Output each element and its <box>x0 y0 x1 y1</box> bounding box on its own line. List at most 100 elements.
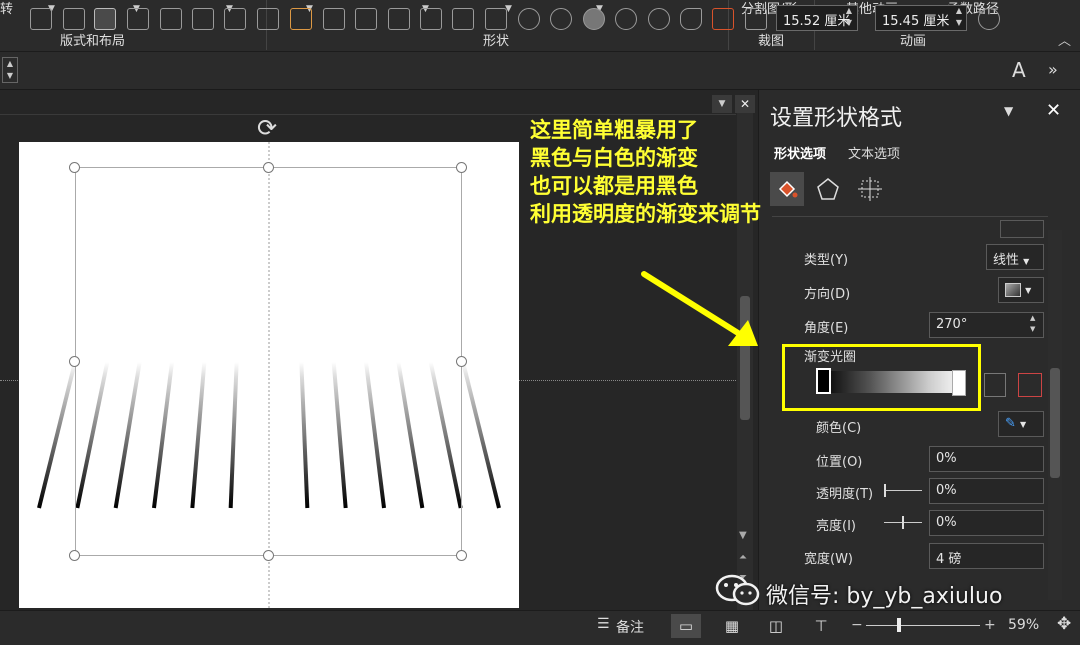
shape-fill-icon[interactable] <box>745 8 767 30</box>
edit-points-icon[interactable] <box>680 8 702 30</box>
remove-gradient-stop-icon[interactable] <box>1018 373 1042 397</box>
transparency-slider-thumb[interactable] <box>884 484 886 497</box>
resize-handle[interactable] <box>456 162 467 173</box>
selection-box <box>75 167 462 556</box>
resize-handle[interactable] <box>456 356 467 367</box>
tab-shape-options[interactable]: 形状选项 <box>774 143 826 162</box>
direction-swatch-icon <box>1005 282 1021 297</box>
gear-icon[interactable] <box>30 8 52 30</box>
transparency-slider[interactable] <box>884 490 922 491</box>
pane-close-icon[interactable]: ✕ <box>1046 100 1061 121</box>
scroll-down-icon[interactable]: ▼ <box>739 530 747 541</box>
type-select[interactable]: 线性 ▼ <box>986 244 1044 270</box>
align-middle-icon[interactable] <box>127 8 149 30</box>
pane-options-icon[interactable]: ▼ <box>1004 104 1013 118</box>
preset-gradient-picker[interactable] <box>1000 220 1044 238</box>
flip-vertical-icon[interactable] <box>452 8 474 30</box>
align-center-icon[interactable] <box>94 8 116 30</box>
resize-handle[interactable] <box>456 550 467 561</box>
status-bar <box>0 610 1080 645</box>
resize-handle[interactable] <box>69 162 80 173</box>
send-backward-icon[interactable] <box>355 8 377 30</box>
tab-text-options[interactable]: 文本选项 <box>848 143 900 162</box>
distribute-horizontal-icon[interactable] <box>192 8 214 30</box>
effects-pentagon-icon[interactable] <box>816 177 840 201</box>
size-properties-icon[interactable] <box>858 177 882 201</box>
normal-view-button[interactable]: ▭ <box>671 614 701 638</box>
annotation-line: 利用透明度的渐变来调节 <box>530 202 761 226</box>
reading-view-button[interactable]: ◫ <box>761 614 791 638</box>
angle-spin[interactable]: ▲ ▼ <box>1030 313 1035 335</box>
pane-title: 设置形状格式 <box>770 106 903 131</box>
direction-picker[interactable]: ▼ <box>998 277 1044 303</box>
rotate-handle-icon[interactable]: ⟳ <box>257 114 277 142</box>
wechat-logo-icon <box>715 574 760 606</box>
pane-menu-icon[interactable]: ▼ <box>712 95 732 113</box>
zoom-level[interactable]: 59% <box>1008 617 1039 633</box>
pane-scroll-thumb[interactable] <box>1050 368 1060 478</box>
collapse-ribbon-icon[interactable]: ︿ <box>1058 30 1071 49</box>
resize-handle[interactable] <box>263 550 274 561</box>
transparency-label: 透明度(T) <box>816 487 874 502</box>
position-input[interactable]: 0% <box>929 446 1044 472</box>
more-tools-icon[interactable]: » <box>1048 60 1058 79</box>
color-picker[interactable]: ✎ ▼ <box>998 411 1044 437</box>
annotation-text: 这里简单粗暴用了 黑色与白色的渐变 也可以都是用黑色 利用透明度的渐变来调节 <box>530 116 761 228</box>
intersect-icon[interactable] <box>615 8 637 30</box>
shape-effect-icon[interactable] <box>978 8 1000 30</box>
fit-window-icon[interactable]: ✥ <box>1057 614 1071 634</box>
combine-icon[interactable] <box>550 8 572 30</box>
ribbon-group-layout: 版式和布局 <box>60 34 126 49</box>
crop-shape-icon[interactable] <box>712 8 734 30</box>
union-icon[interactable] <box>518 8 540 30</box>
annotation-line: 黑色与白色的渐变 <box>530 146 698 170</box>
annotation-line: 也可以都是用黑色 <box>530 174 698 198</box>
transparency-input[interactable]: 0% <box>929 478 1044 504</box>
resize-handle[interactable] <box>263 162 274 173</box>
align-text-icon[interactable] <box>257 8 279 30</box>
width-spin[interactable]: ▲ ▼ <box>842 5 856 31</box>
ungroup-icon[interactable] <box>420 8 442 30</box>
align-top-icon[interactable] <box>160 8 182 30</box>
position-label: 位置(O) <box>816 455 863 470</box>
shape-settings-icon[interactable] <box>63 8 85 30</box>
brightness-value: 0% <box>936 515 957 530</box>
brightness-input[interactable]: 0% <box>929 510 1044 536</box>
add-gradient-stop-icon[interactable] <box>984 373 1006 397</box>
group-icon[interactable] <box>388 8 410 30</box>
color-label: 颜色(C) <box>816 421 862 436</box>
zoom-in-button[interactable]: + <box>984 617 996 633</box>
subtract-icon[interactable] <box>648 8 670 30</box>
close-icon[interactable]: ✕ <box>735 95 755 113</box>
notes-button[interactable]: 备注 <box>616 617 644 637</box>
bring-forward-icon[interactable] <box>323 8 345 30</box>
line-width-value: 4 磅 <box>936 552 962 567</box>
fragment-icon[interactable] <box>583 8 605 30</box>
zoom-slider-thumb[interactable] <box>897 618 901 632</box>
height-spin[interactable]: ▲ ▼ <box>952 5 966 31</box>
width-label: 宽度(W) <box>804 552 853 567</box>
text-color-icon[interactable] <box>290 8 312 30</box>
transparency-value: 0% <box>936 483 957 498</box>
prev-page-icon[interactable]: ⏶ <box>739 552 747 563</box>
angle-input[interactable]: 270° <box>929 312 1044 338</box>
slide-sorter-button[interactable]: ▦ <box>717 614 747 638</box>
resize-handle[interactable] <box>69 356 80 367</box>
line-width-input[interactable]: 4 磅 <box>929 543 1044 569</box>
type-label: 类型(Y) <box>804 253 849 268</box>
zoom-slider[interactable] <box>866 625 980 626</box>
slideshow-button[interactable]: ⊤ <box>806 614 836 638</box>
brightness-label: 亮度(I) <box>816 519 856 534</box>
position-value: 0% <box>936 451 957 466</box>
notes-icon[interactable]: ☰ <box>597 616 610 632</box>
align-left-icon[interactable] <box>224 8 246 30</box>
spin-control[interactable]: ▲ ▼ <box>2 57 18 83</box>
font-icon[interactable]: A <box>1012 58 1026 82</box>
zoom-out-button[interactable]: − <box>851 617 863 633</box>
resize-handle[interactable] <box>69 550 80 561</box>
flip-horizontal-icon[interactable] <box>485 8 507 30</box>
watermark-text: 微信号: by_yb_axiuluo <box>766 584 1003 609</box>
brightness-slider-thumb[interactable] <box>902 516 904 529</box>
pen-icon: ✎ <box>1005 416 1016 431</box>
annotation-arrow-icon <box>641 271 758 346</box>
